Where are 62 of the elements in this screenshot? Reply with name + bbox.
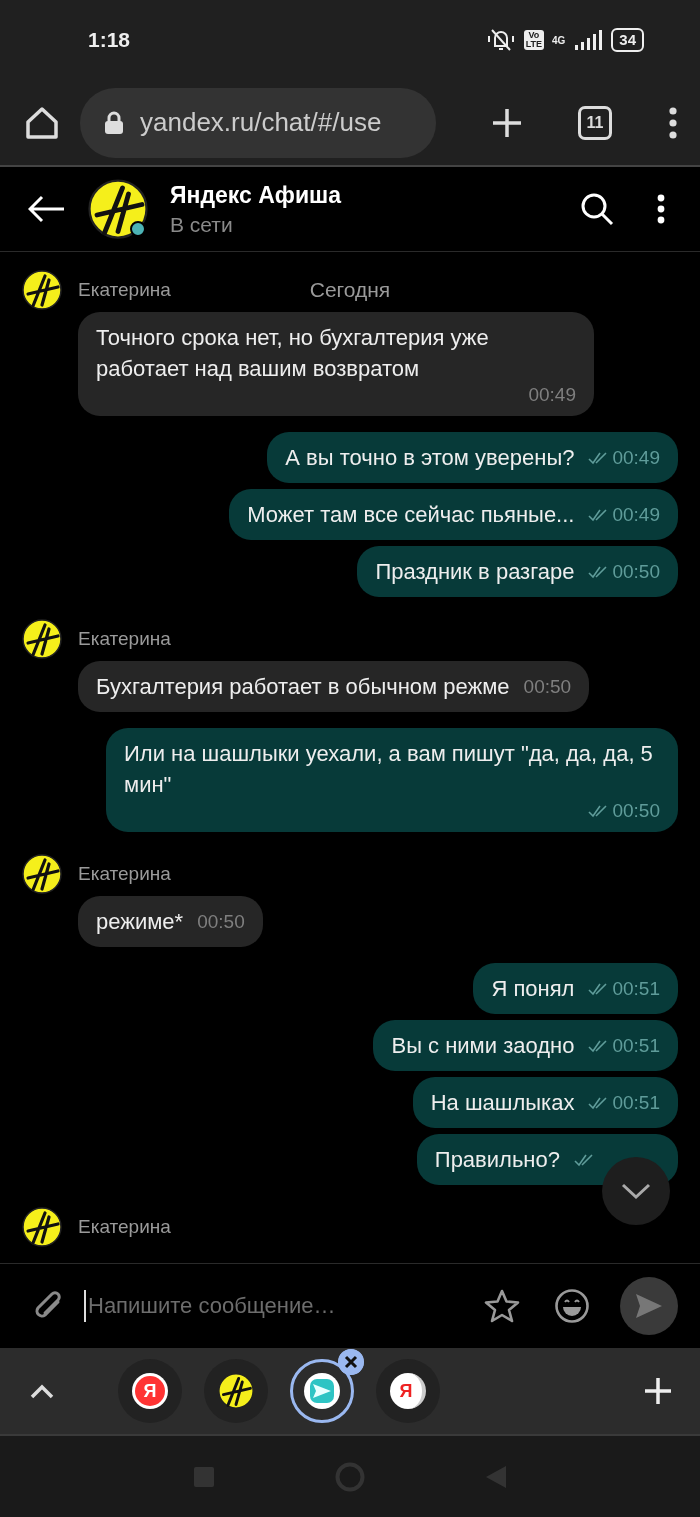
message-time: 00:50 bbox=[197, 910, 245, 933]
volte-badge: Vo LTE bbox=[523, 30, 544, 50]
home-icon[interactable] bbox=[24, 104, 60, 141]
sender-name: Екатерина bbox=[78, 863, 171, 885]
chat-avatar bbox=[88, 179, 148, 239]
chat-status: В сети bbox=[170, 212, 234, 237]
message-text: Вы с ними заодно bbox=[391, 1032, 575, 1060]
new-tab-icon[interactable] bbox=[492, 107, 522, 138]
paper-plane-logo bbox=[304, 1373, 340, 1409]
afisha-logo bbox=[218, 1373, 254, 1409]
sender-avatar bbox=[22, 854, 62, 894]
chevron-down-icon bbox=[621, 1182, 651, 1200]
signal-icon bbox=[573, 29, 604, 51]
message-time: 00:51 bbox=[612, 1091, 660, 1114]
address-field[interactable]: yandex.ru/chat/#/use bbox=[80, 87, 436, 158]
message-time: 00:49 bbox=[612, 503, 660, 526]
message-input[interactable]: Напишите сообщение… bbox=[84, 1290, 466, 1322]
battery-indicator: 34 bbox=[611, 28, 644, 52]
lock-icon bbox=[104, 110, 124, 135]
message-text: Точного срока нет, но бухгалтерия уже работает над вашим возвратом bbox=[96, 324, 490, 383]
message-text: Я понял bbox=[491, 975, 575, 1003]
message-text: А вы точно в этом уверены? bbox=[285, 444, 575, 472]
menu-icon[interactable] bbox=[668, 106, 678, 139]
message-time: 00:49 bbox=[612, 446, 660, 469]
message-time: 00:50 bbox=[612, 800, 660, 822]
star-icon[interactable] bbox=[484, 1289, 520, 1323]
sender-avatar bbox=[22, 1207, 62, 1247]
yandex-logo: Я bbox=[132, 1373, 168, 1409]
chat-title: Яндекс Афиша bbox=[170, 181, 343, 209]
sender-avatar bbox=[22, 619, 62, 659]
send-icon bbox=[635, 1293, 663, 1319]
sender-avatar bbox=[22, 270, 62, 310]
browser-tab[interactable]: Я bbox=[118, 1359, 182, 1423]
clock: 1:18 bbox=[88, 28, 131, 52]
date-label: Сегодня bbox=[309, 278, 391, 301]
chevron-up-icon[interactable] bbox=[30, 1383, 54, 1399]
message-time: 00:49 bbox=[528, 384, 576, 406]
sender-name: Екатерина bbox=[78, 628, 171, 650]
back-arrow-icon[interactable] bbox=[28, 195, 66, 223]
muted-bell-icon bbox=[485, 27, 516, 53]
network-label: 4G bbox=[551, 34, 566, 46]
message-time: 00:50 bbox=[523, 675, 572, 698]
sender-name: Екатерина bbox=[78, 279, 171, 301]
close-tab-icon[interactable] bbox=[338, 1349, 364, 1375]
message-time: 00:50 bbox=[612, 560, 660, 583]
more-icon[interactable] bbox=[656, 194, 666, 224]
message-time: 00:51 bbox=[612, 977, 660, 1000]
emoji-icon[interactable] bbox=[554, 1288, 590, 1324]
tab-count-button[interactable]: 11 bbox=[578, 105, 612, 140]
sender-name: Екатерина bbox=[78, 1216, 171, 1238]
message-time: 00:51 bbox=[612, 1034, 660, 1057]
message-text: Правильно? bbox=[434, 1146, 560, 1174]
message-text: Праздник в разгаре bbox=[375, 558, 575, 586]
message-text: Может там все сейчас пьяные... bbox=[247, 501, 575, 529]
message-text: режиме* bbox=[96, 908, 184, 936]
message-text: Бухгалтерия работает в обычном режме bbox=[96, 673, 510, 701]
browser-tab[interactable]: Я bbox=[376, 1359, 440, 1423]
search-icon[interactable] bbox=[580, 192, 614, 226]
message-text: Или на шашлыки уехали, а вам пишут "да, да, да, 5 мин" bbox=[124, 740, 654, 799]
yandex-logo: Я bbox=[390, 1373, 426, 1409]
message-text: На шашлыках bbox=[430, 1089, 575, 1117]
add-tab-icon[interactable] bbox=[644, 1377, 672, 1405]
